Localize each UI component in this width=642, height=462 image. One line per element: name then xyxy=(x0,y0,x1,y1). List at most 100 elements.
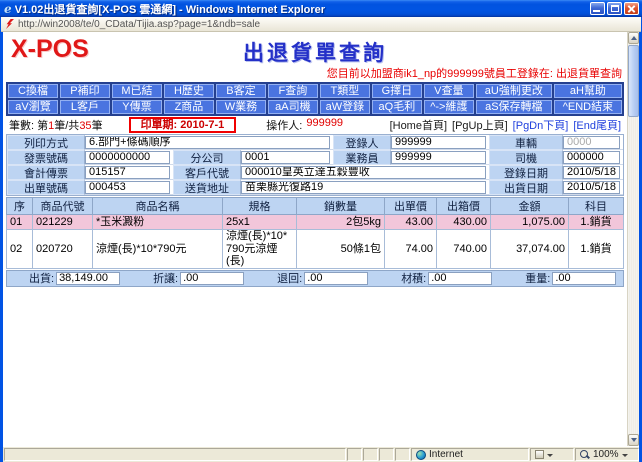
record-count: 筆數: 第1筆/共35筆 xyxy=(9,117,103,133)
print-date-label: 印單期: xyxy=(141,119,178,131)
order-no-field[interactable]: 000453 xyxy=(85,181,170,194)
browser-window: e V1.02出退貨查詢[X-POS 雲通網] - Windows Intern… xyxy=(0,0,642,462)
toolbar-button-maintain[interactable]: ^->維護 xyxy=(423,99,475,115)
url-text[interactable]: http://win2008/te/0_CData/Tijia.asp?page… xyxy=(18,19,260,30)
print-date-box: 印單期: 2010-7-1 xyxy=(129,117,237,133)
print-mode-field[interactable]: 6.部門+條碼順序 xyxy=(85,136,330,149)
return-field[interactable]: .00 xyxy=(304,272,368,285)
zoom-panel[interactable]: 100% xyxy=(575,448,639,461)
toolbar-button-driver[interactable]: aA司機 xyxy=(267,99,319,115)
nav-home[interactable]: [Home首頁] xyxy=(390,117,447,133)
record-total: 35 xyxy=(79,120,91,132)
page-content: X-POS 出退貨單查詢 您目前以加盟商ik1_np的999999號員工登錄在:… xyxy=(3,32,627,446)
toolbar-button-save-export[interactable]: aS保存轉檔 xyxy=(475,99,553,115)
col-spec: 規格 xyxy=(223,198,297,215)
operator-value: 999999 xyxy=(306,117,343,133)
col-name: 商品名稱 xyxy=(93,198,223,215)
minimize-icon xyxy=(593,10,600,12)
minimize-button[interactable] xyxy=(590,2,605,15)
voucher-field[interactable]: 015157 xyxy=(85,166,170,179)
toolbar-button-help[interactable]: aH幫助 xyxy=(553,83,623,99)
address-bar: http://win2008/te/0_CData/Tijia.asp?page… xyxy=(1,17,641,32)
toolbar-button-register[interactable]: aW登錄 xyxy=(319,99,371,115)
col-box-price: 出箱價 xyxy=(437,198,491,215)
col-amount: 金額 xyxy=(491,198,569,215)
nav-pgup[interactable]: [PgUp上頁] xyxy=(452,117,508,133)
zone-panel: Internet xyxy=(411,448,529,461)
login-user-label: 登錄人 xyxy=(333,135,391,150)
operator: 操作人: 999999 xyxy=(266,117,343,133)
vertical-scrollbar[interactable] xyxy=(627,32,639,446)
close-button[interactable] xyxy=(624,2,639,15)
protected-mode-panel[interactable] xyxy=(530,448,574,461)
toolbar-button-customer-order[interactable]: B客定 xyxy=(215,83,267,99)
return-label: 退回: xyxy=(277,270,302,286)
branch-field[interactable]: 0001 xyxy=(241,151,330,164)
scrollbar-track[interactable] xyxy=(628,118,639,434)
toolbar-button-voucher[interactable]: Y傳票 xyxy=(111,99,163,115)
toolbar-button-force-edit[interactable]: aU強制更改 xyxy=(475,83,553,99)
chevron-down-icon xyxy=(547,454,553,460)
operator-label: 操作人: xyxy=(266,117,302,133)
toolbar-button-check-qty[interactable]: V查量 xyxy=(423,83,475,99)
print-date-value: 2010-7-1 xyxy=(180,119,224,131)
toolbar-button-end[interactable]: ^END結束 xyxy=(553,99,623,115)
toolbar: C換檔 P補印 M已結 H歷史 B客定 F查詢 T類型 G擇日 V查量 aU強制… xyxy=(6,82,624,116)
branch-label: 分公司 xyxy=(173,150,241,165)
toolbar-button-reprint[interactable]: P補印 xyxy=(59,83,111,99)
toolbar-button-pick-date[interactable]: G擇日 xyxy=(371,83,423,99)
driver-field[interactable]: 000000 xyxy=(563,151,620,164)
salesman-field[interactable]: 999999 xyxy=(391,151,486,164)
scroll-up-button[interactable] xyxy=(628,32,639,44)
weight-field[interactable]: .00 xyxy=(552,272,616,285)
login-user-field[interactable]: 999999 xyxy=(391,136,486,149)
scrollbar-thumb[interactable] xyxy=(628,45,639,117)
col-unit-price: 出單價 xyxy=(385,198,437,215)
driver-label: 司機 xyxy=(489,150,563,165)
reg-date-field[interactable]: 2010/5/18 xyxy=(563,166,620,179)
login-info: 您目前以加盟商ik1_np的999999號員工登錄在: 出退貨單查詢 xyxy=(3,65,627,82)
ship-date-field[interactable]: 2010/5/18 xyxy=(563,181,620,194)
order-form: 列印方式 6.部門+條碼順序 登錄人 999999 車輛 0000 發票號碼 0… xyxy=(6,134,624,196)
toolbar-button-change-file[interactable]: C換檔 xyxy=(7,83,59,99)
volume-field[interactable]: .00 xyxy=(428,272,492,285)
ship-total-field[interactable]: 38,149.00 xyxy=(56,272,120,285)
address-field[interactable]: 苗栗縣光復路19 xyxy=(241,181,486,194)
zone-label: Internet xyxy=(429,449,463,460)
address-label: 送貨地址 xyxy=(173,180,241,195)
toolbar-button-closed[interactable]: M已結 xyxy=(111,83,163,99)
col-code: 商品代號 xyxy=(33,198,93,215)
toolbar-button-margin[interactable]: aQ毛利 xyxy=(371,99,423,115)
page-title: 出退貨單查詢 xyxy=(3,37,627,67)
toolbar-button-type[interactable]: T類型 xyxy=(319,83,371,99)
item-row-2[interactable]: 02 020720 涼煙(長)*10*790元 涼煙(長)*10*790元涼煙(… xyxy=(7,230,624,269)
arrow-up-icon xyxy=(631,36,637,40)
col-qty: 銷數量 xyxy=(297,198,385,215)
toolbar-button-query[interactable]: F查詢 xyxy=(267,83,319,99)
nav-end[interactable]: [End尾頁] xyxy=(573,117,621,133)
item-row-1[interactable]: 01 021229 *玉米澱粉 25x1 2包5kg 43.00 430.00 … xyxy=(7,215,624,230)
ie-logo-icon: e xyxy=(4,3,12,15)
scroll-down-button[interactable] xyxy=(628,434,639,446)
toolbar-button-product[interactable]: Z商品 xyxy=(163,99,215,115)
discount-field[interactable]: .00 xyxy=(180,272,244,285)
favicon-icon xyxy=(6,19,14,29)
ship-date-label: 出貨日期 xyxy=(489,180,563,195)
toolbar-button-customer[interactable]: L客戶 xyxy=(59,99,111,115)
statusbar-message xyxy=(4,448,346,461)
record-status-line: 筆數: 第1筆/共35筆 印單期: 2010-7-1 操作人: 999999 [… xyxy=(3,116,627,133)
toolbar-button-browse[interactable]: aV瀏覽 xyxy=(7,99,59,115)
page-nav: [Home首頁] [PgUp上頁] [PgDn下頁] [End尾頁] xyxy=(390,117,621,133)
vehicle-field[interactable]: 0000 xyxy=(563,136,620,149)
print-mode-label: 列印方式 xyxy=(7,135,85,150)
customer-field[interactable]: 000010皇英立達五穀豐收 xyxy=(241,166,486,179)
status-bar: Internet 100% xyxy=(3,446,639,462)
maximize-button[interactable] xyxy=(607,2,622,15)
internet-globe-icon xyxy=(416,450,426,460)
nav-pgdn[interactable]: [PgDn下頁] xyxy=(513,117,569,133)
toolbar-button-sales[interactable]: W業務 xyxy=(215,99,267,115)
page-mode-icon xyxy=(535,450,544,459)
toolbar-button-history[interactable]: H歷史 xyxy=(163,83,215,99)
arrow-down-icon xyxy=(631,438,637,442)
invoice-no-field[interactable]: 0000000000 xyxy=(85,151,170,164)
